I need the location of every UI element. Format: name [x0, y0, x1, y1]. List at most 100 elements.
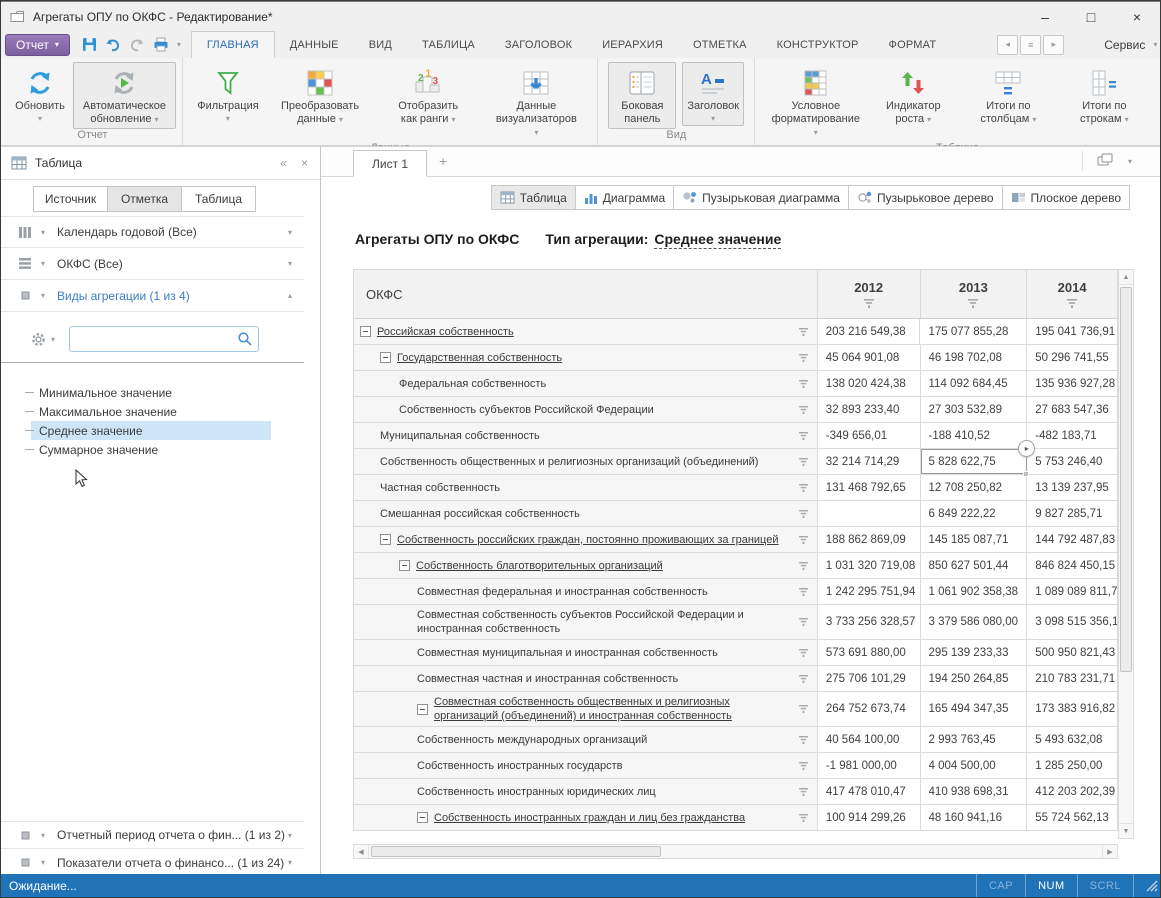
- maximize-button[interactable]: □: [1068, 2, 1114, 31]
- row-header-cell[interactable]: Муниципальная собственность: [354, 423, 818, 448]
- panel-tab[interactable]: Источник: [33, 186, 108, 212]
- growth-indicator-button[interactable]: Индикатор роста ▾: [872, 62, 954, 129]
- row-header-cell[interactable]: Совместная частная и иностранная собстве…: [354, 666, 818, 691]
- value-cell[interactable]: -349 656,01▸: [818, 423, 921, 448]
- search-icon[interactable]: [237, 331, 253, 347]
- value-cell[interactable]: 1 031 320 719,08▸: [818, 553, 921, 578]
- dimension-row-calendar[interactable]: ▾ Календарь годовой (Все) ▾: [1, 216, 304, 248]
- print-button[interactable]: [153, 37, 169, 52]
- settings-button[interactable]: ▾: [31, 332, 55, 347]
- value-cell[interactable]: 13 139 237,95▸: [1027, 475, 1117, 500]
- value-cell[interactable]: 135 936 927,28▸: [1027, 371, 1117, 396]
- row-header-cell[interactable]: Смешанная российская собственность: [354, 501, 818, 526]
- show-as-ranks-button[interactable]: 213 Отобразить как ранги ▾: [381, 62, 475, 129]
- value-cell[interactable]: 500 950 821,43▸: [1027, 640, 1117, 665]
- value-cell[interactable]: 165 494 347,35▸: [921, 692, 1028, 726]
- column-totals-button[interactable]: Итоги по столбцам ▾: [964, 62, 1053, 129]
- value-cell[interactable]: 3 733 256 328,57▸: [818, 605, 921, 639]
- collapse-icon[interactable]: [417, 812, 428, 823]
- sheet-tab[interactable]: Лист 1: [353, 150, 427, 177]
- filter-icon[interactable]: [798, 705, 811, 713]
- filter-icon[interactable]: [967, 299, 979, 308]
- value-cell[interactable]: 295 139 233,33▸: [921, 640, 1028, 665]
- report-menu-button[interactable]: Отчет▾: [5, 34, 70, 56]
- row-header-cell[interactable]: Собственность российских граждан, постоя…: [354, 527, 818, 552]
- value-cell[interactable]: 50 296 741,55▸: [1027, 345, 1117, 370]
- value-cell[interactable]: 410 938 698,31▸: [921, 779, 1028, 804]
- aggregation-value-link[interactable]: Среднее значение: [654, 231, 781, 249]
- filter-icon[interactable]: [798, 432, 811, 440]
- value-cell[interactable]: 5 753 246,40▸: [1027, 449, 1117, 474]
- filter-icon[interactable]: [1066, 299, 1078, 308]
- service-menu[interactable]: Сервис▾: [1092, 38, 1161, 52]
- chevron-down-icon[interactable]: ▾: [41, 831, 45, 840]
- chevron-down-icon[interactable]: ▾: [288, 259, 292, 268]
- dimension-row-aggregation[interactable]: ▾ Виды агрегации (1 из 4) ▴: [1, 280, 304, 312]
- value-cell[interactable]: 188 862 869,09▸: [818, 527, 921, 552]
- value-cell[interactable]: 100 914 299,26▸: [818, 805, 921, 830]
- auto-refresh-button[interactable]: Автоматическое обновление ▾: [73, 62, 176, 129]
- filter-icon[interactable]: [798, 536, 811, 544]
- row-header-cell[interactable]: Совместная федеральная и иностранная соб…: [354, 579, 818, 604]
- value-cell[interactable]: 3 098 515 356,1▸: [1027, 605, 1117, 639]
- value-cell[interactable]: 1 285 250,00▸: [1027, 753, 1117, 778]
- row-header-cell[interactable]: Совместная муниципальная и иностранная с…: [354, 640, 818, 665]
- chevron-up-icon[interactable]: ▴: [288, 291, 292, 300]
- row-header-cell[interactable]: Государственная собственность: [354, 345, 818, 370]
- ribbon-tab[interactable]: ЗАГОЛОВОК: [490, 31, 587, 58]
- scroll-down-button[interactable]: ▼: [1119, 823, 1133, 838]
- row-totals-button[interactable]: Итоги по строкам ▾: [1063, 62, 1146, 129]
- row-header-cell[interactable]: Собственность субъектов Российской Федер…: [354, 397, 818, 422]
- value-cell[interactable]: 1 242 295 751,94▸: [818, 579, 921, 604]
- close-button[interactable]: ×: [1114, 2, 1160, 31]
- resize-grip[interactable]: [1144, 878, 1158, 895]
- row-header-cell[interactable]: Частная собственность: [354, 475, 818, 500]
- search-input[interactable]: [70, 327, 237, 351]
- filter-icon[interactable]: [798, 762, 811, 770]
- side-panel-button[interactable]: Боковая панель: [608, 62, 676, 129]
- value-cell[interactable]: 412 203 202,39▸: [1027, 779, 1117, 804]
- panel-tab[interactable]: Отметка: [107, 186, 182, 212]
- panel-tab[interactable]: Таблица: [181, 186, 256, 212]
- ribbon-tab[interactable]: ДАННЫЕ: [275, 31, 354, 58]
- dimension-row-okfs[interactable]: ▾ ОКФС (Все) ▾: [1, 248, 304, 280]
- dimension-row[interactable]: ▾ Показатели отчета о финансо... (1 из 2…: [1, 849, 304, 877]
- value-cell[interactable]: 4 004 500,00▸: [921, 753, 1028, 778]
- value-cell[interactable]: 144 792 487,83▸: [1027, 527, 1117, 552]
- conditional-formatting-button[interactable]: Условное форматирование ▾: [769, 62, 862, 142]
- filter-icon[interactable]: [798, 618, 811, 626]
- value-cell[interactable]: 114 092 684,45▸: [921, 371, 1028, 396]
- vertical-scroll-thumb[interactable]: [1120, 287, 1132, 672]
- collapse-icon[interactable]: [360, 326, 371, 337]
- filter-icon[interactable]: [798, 562, 811, 570]
- transform-data-button[interactable]: Преобразовать данные ▾: [273, 62, 367, 129]
- row-header-cell[interactable]: Собственность международных организаций: [354, 727, 818, 752]
- chevron-down-icon[interactable]: ▾: [41, 858, 45, 867]
- value-cell[interactable]: 145 185 087,71▸: [921, 527, 1028, 552]
- filter-icon[interactable]: [863, 299, 875, 308]
- horizontal-scroll-thumb[interactable]: [371, 846, 661, 857]
- filter-icon[interactable]: [798, 328, 811, 336]
- column-header-year[interactable]: 2013: [921, 270, 1028, 318]
- row-header-cell[interactable]: Совместная собственность субъектов Росси…: [354, 605, 818, 639]
- filter-icon[interactable]: [798, 484, 811, 492]
- value-cell[interactable]: 5 493 632,08▸: [1027, 727, 1117, 752]
- value-cell[interactable]: 45 064 901,08▸: [818, 345, 921, 370]
- value-cell[interactable]: -188 410,52▸: [921, 423, 1028, 448]
- value-cell[interactable]: 850 627 501,44▸: [921, 553, 1028, 578]
- row-header-cell[interactable]: Собственность иностранных государств: [354, 753, 818, 778]
- list-item[interactable]: Среднее значение: [31, 421, 271, 440]
- view-chart-button[interactable]: Диаграмма: [575, 185, 674, 210]
- horizontal-scrollbar[interactable]: ◀ ▶: [353, 844, 1118, 859]
- chevron-down-icon[interactable]: ▾: [177, 40, 181, 49]
- filter-icon[interactable]: [798, 675, 811, 683]
- save-button[interactable]: [82, 37, 97, 52]
- row-header-cell[interactable]: Собственность иностранных граждан и лиц …: [354, 805, 818, 830]
- value-cell[interactable]: -482 183,71▸: [1027, 423, 1117, 448]
- ribbon-tab[interactable]: ВИД: [354, 31, 407, 58]
- ribbon-tab[interactable]: ОТМЕТКА: [678, 31, 762, 58]
- value-cell[interactable]: 27 303 532,89▸: [921, 397, 1028, 422]
- header-button[interactable]: A Заголовок ▾: [682, 62, 744, 126]
- list-item[interactable]: Минимальное значение: [31, 383, 271, 402]
- value-cell[interactable]: 32 893 233,40▸: [818, 397, 921, 422]
